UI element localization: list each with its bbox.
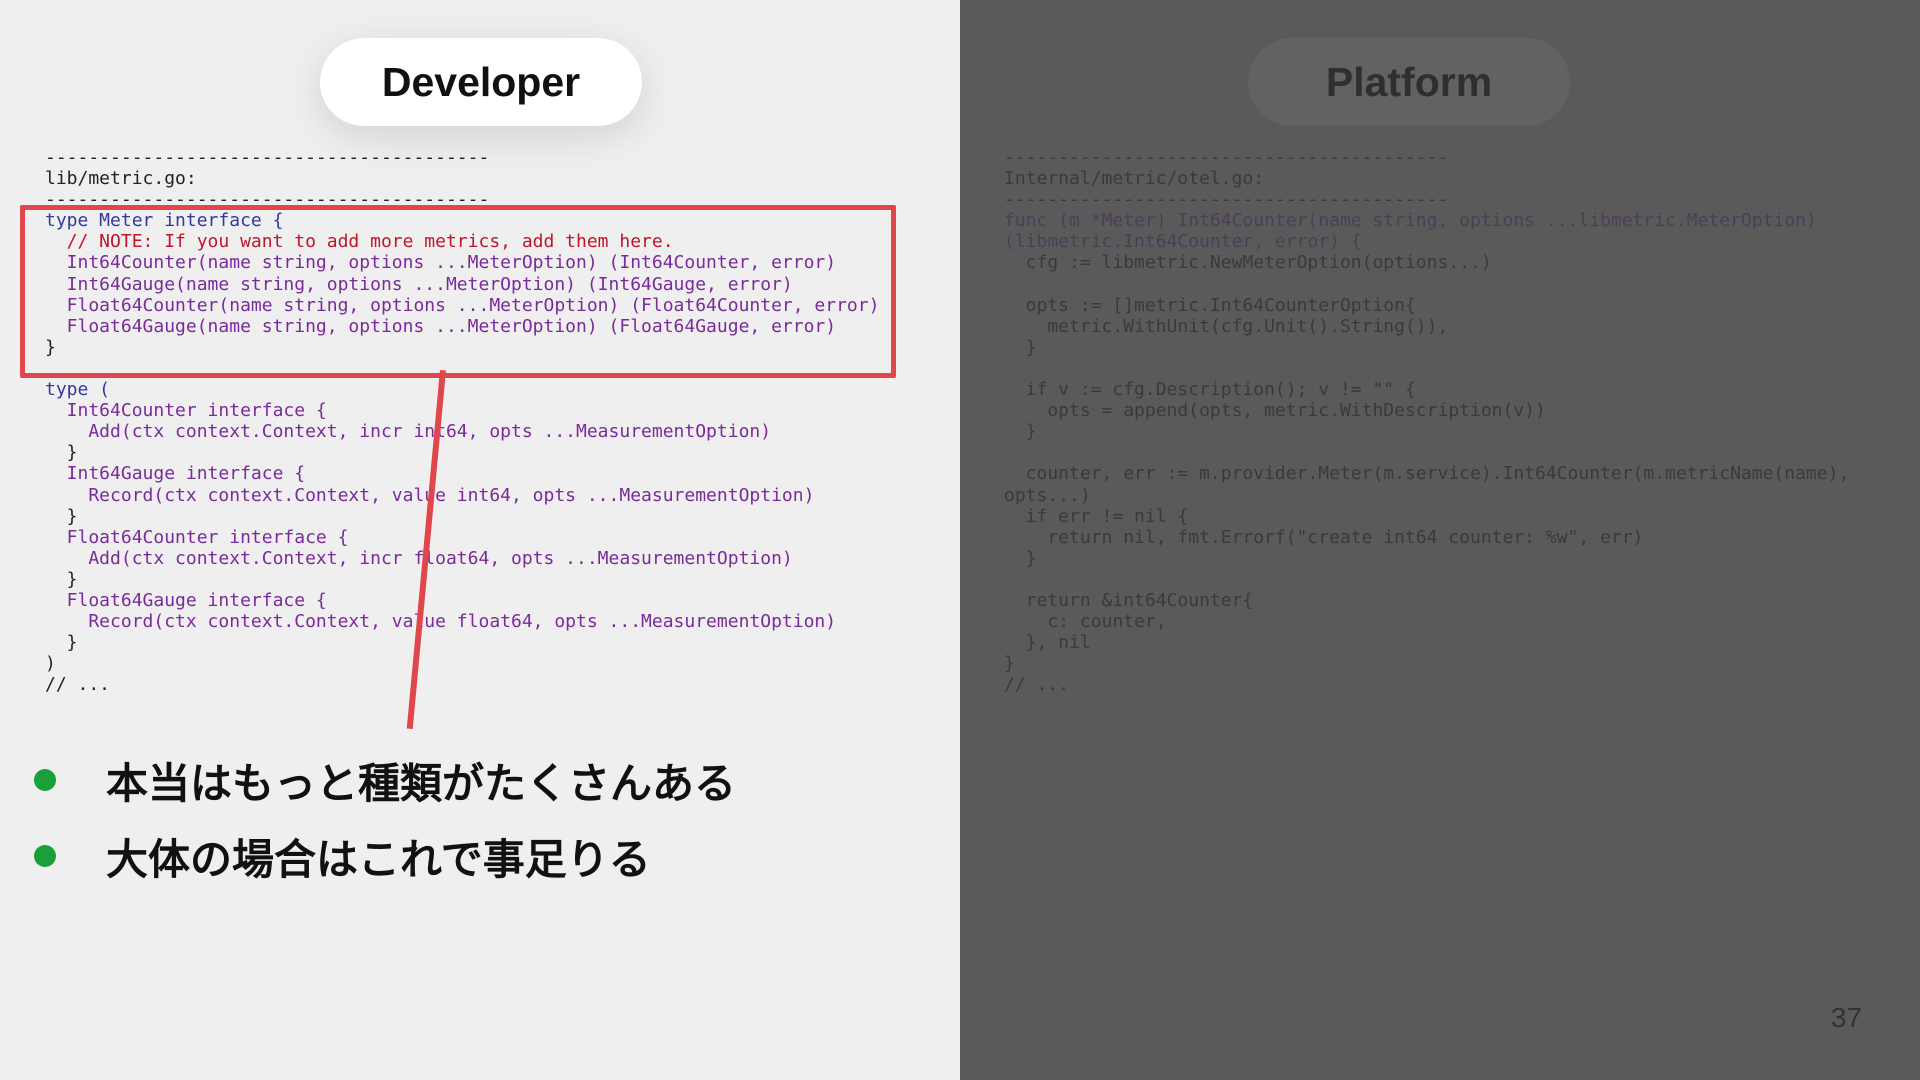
code-line: Record(ctx context.Context, value int64,… [88,484,815,506]
code-line: if err != nil { [1004,505,1189,527]
bullet-dot-icon [34,845,56,867]
code-line: } [45,632,78,654]
code-line: type ( [45,379,111,401]
code-line: ) [45,653,56,675]
meter-interface-highlight [20,205,896,378]
code-line: Add(ctx context.Context, incr float64, o… [45,547,793,569]
code-line: }, nil [1004,632,1091,654]
code-line: } [45,442,78,464]
code-line: opts := []metric.Int64CounterOption{ [1004,294,1416,316]
code-line: Int64Counter interface { [45,400,327,422]
code-line: } [1004,547,1037,569]
code-line: ----------------------------------------… [1004,147,1449,168]
code-line: } [1004,421,1037,443]
bullet-list: 本当はもっと種類がたくさんある 大体の場合はこれで事足りる [34,742,736,894]
code-line: ----------------------------------------… [45,147,490,168]
code-line: ----------------------------------------… [1004,189,1449,211]
page-number: 37 [1830,1002,1862,1033]
platform-label: Platform [1248,38,1570,126]
code-line: // ... [45,674,111,696]
code-line: Float64Gauge interface { [45,589,327,611]
code-line: return &int64Counter{ [1004,589,1254,611]
code-line: Add(ctx context.Context, incr int64, opt… [45,421,772,443]
code-line: func (m *Meter) Int64Counter(name string… [1004,210,1817,232]
bullet-item: 大体の場合はこれで事足りる [34,818,736,894]
platform-code-block: ----------------------------------------… [1004,147,1849,695]
code-line: counter, err := m.provider.Meter(m.servi… [1004,463,1850,485]
code-line: c: counter, [1004,611,1167,633]
code-line: opts...) [1004,484,1091,506]
code-line: if v := cfg.Description(); v != "" { [1004,379,1416,401]
code-line: Record(ctx context.Context, value float6… [45,611,837,633]
code-file-name: Internal/metric/otel.go: [1004,168,1265,190]
bullet-text: 大体の場合はこれで事足りる [106,834,651,884]
code-line: } [1004,653,1015,675]
code-line: return nil, fmt.Errorf("create int64 cou… [1004,526,1644,548]
bullet-item: 本当はもっと種類がたくさんある [34,742,736,818]
code-line: } [1004,336,1037,358]
code-line: } [45,568,78,590]
code-line: Float64Counter interface { [45,526,349,548]
code-line: // ... [1004,674,1070,696]
code-line: Int64Gauge interface { [45,463,306,485]
bullet-dot-icon [34,769,56,791]
code-line: (libmetric.Int64Counter, error) { [1004,231,1362,253]
code-line: cfg := libmetric.NewMeterOption(options.… [1004,252,1492,274]
bullet-text: 本当はもっと種類がたくさんある [106,758,737,808]
developer-label: Developer [320,38,642,126]
code-line: opts = append(opts, metric.WithDescripti… [1004,400,1546,422]
code-line: metric.WithUnit(cfg.Unit().String()), [1004,315,1449,337]
code-line: } [45,505,78,527]
code-file-name: lib/metric.go: [45,168,197,190]
